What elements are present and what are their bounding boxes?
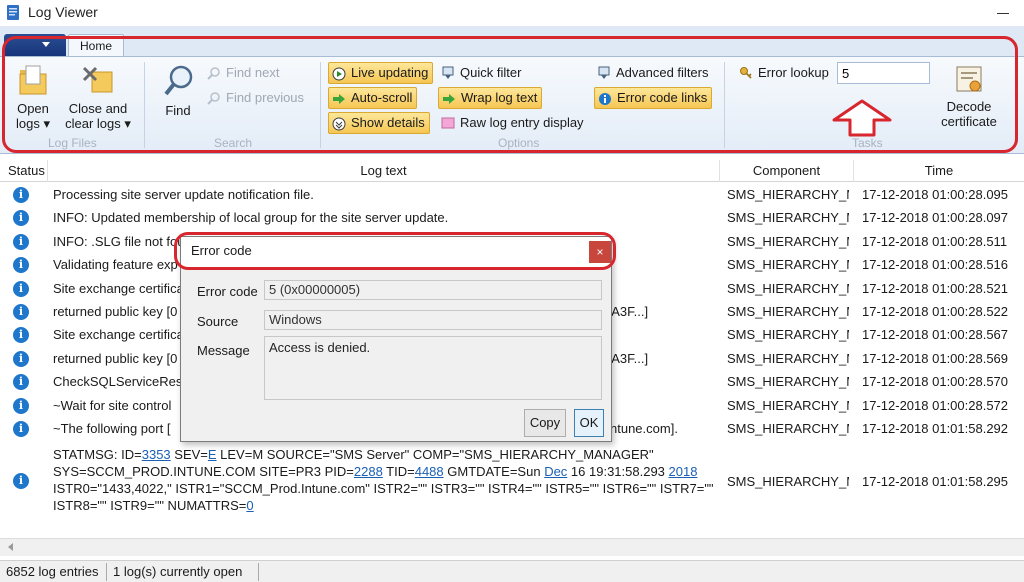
column-header-status[interactable]: Status xyxy=(0,160,48,182)
info-icon: i xyxy=(13,280,29,297)
time-cell: 17-12-2018 01:00:28.511 xyxy=(862,233,1008,249)
statmsg-part: GMTDATE=Sun xyxy=(443,464,545,479)
time-cell: 17-12-2018 01:00:28.569 xyxy=(862,350,1009,366)
info-icon: i xyxy=(13,350,29,367)
time-cell: 17-12-2018 01:00:28.097 xyxy=(862,210,1009,226)
info-icon: i xyxy=(13,304,29,320)
component-cell: SMS_HIERARCHY_MANAGER xyxy=(727,280,849,296)
component-cell: SMS_HIERARCHY_MANAGER xyxy=(727,350,849,366)
time-cell: 17-12-2018 01:00:28.516 xyxy=(862,257,1009,273)
title-bar: Log Viewer xyxy=(0,0,1024,26)
message-field[interactable]: Access is denied. xyxy=(264,336,602,400)
log-entries-count: 6852 log entries xyxy=(6,564,99,579)
log-text-cell: INFO: Updated membership of local group … xyxy=(53,210,449,226)
component-cell: SMS_HIERARCHY_MANAGER xyxy=(727,327,849,343)
info-icon: i xyxy=(13,210,29,227)
source-label: Source xyxy=(197,314,239,329)
time-cell: 17-12-2018 01:00:28.521 xyxy=(862,280,1009,296)
log-text-tail: ntune.com]. xyxy=(610,421,678,436)
table-row[interactable]: i Processing site server update notificat… xyxy=(0,183,1024,206)
time-cell: 17-12-2018 01:01:58.295 xyxy=(862,474,1009,489)
component-cell: SMS_HIERARCHY_MANAGER xyxy=(727,187,849,202)
statmsg-text: STATMSG: ID=3353 SEV=E LEV=M SOURCE="SMS… xyxy=(53,446,718,514)
minimize-button[interactable] xyxy=(996,4,1010,18)
log-text-cell: Processing site server update notificati… xyxy=(53,187,314,202)
statmsg-part: TID= xyxy=(382,464,415,479)
info-icon: i xyxy=(13,374,29,391)
time-cell: 17-12-2018 01:00:28.567 xyxy=(862,327,1009,343)
source-field[interactable]: Windows xyxy=(264,310,602,330)
column-header-component[interactable]: Component xyxy=(720,160,854,182)
up-arrow-annotation-icon xyxy=(832,99,892,137)
log-grid-header: Status Log text Component Time xyxy=(0,160,1024,182)
statmsg-part: 16 19:31:58.293 xyxy=(567,464,669,479)
info-icon: i xyxy=(13,257,29,274)
error-code-link[interactable]: Dec xyxy=(544,464,567,479)
message-label: Message xyxy=(197,343,250,358)
error-code-link[interactable]: E xyxy=(208,447,217,462)
component-cell: SMS_HIERARCHY_MANAGER xyxy=(727,397,849,413)
log-viewer-app-icon xyxy=(7,5,19,20)
info-icon: i xyxy=(13,397,29,414)
error-code-label: Error code xyxy=(197,284,258,299)
info-icon: i xyxy=(13,187,29,203)
column-header-log-text[interactable]: Log text xyxy=(48,160,720,182)
scroll-left-icon[interactable] xyxy=(8,543,13,551)
status-separator xyxy=(106,563,107,581)
window-title: Log Viewer xyxy=(28,4,98,20)
open-logs-count: 1 log(s) currently open xyxy=(113,564,243,579)
info-icon: i xyxy=(13,421,29,437)
error-code-link[interactable]: 4488 xyxy=(415,464,444,479)
copy-button[interactable]: Copy xyxy=(524,409,566,437)
component-cell: SMS_HIERARCHY_MANAGER xyxy=(727,421,849,436)
time-cell: 17-12-2018 01:00:28.522 xyxy=(862,304,1009,319)
error-code-field[interactable]: 5 (0x00000005) xyxy=(264,280,602,300)
info-icon: i xyxy=(13,233,29,250)
component-cell: SMS_HIERARCHY_MANAGER xyxy=(727,374,849,390)
time-cell: 17-12-2018 01:00:28.095 xyxy=(862,187,1009,202)
column-header-time[interactable]: Time xyxy=(854,160,1024,182)
status-bar: 6852 log entries 1 log(s) currently open xyxy=(0,560,1024,582)
status-separator xyxy=(258,563,259,581)
component-cell: SMS_HIERARCHY_MANAGER xyxy=(727,304,849,319)
statmsg-part: STATMSG: ID= xyxy=(53,447,142,462)
statmsg-part: SEV= xyxy=(170,447,208,462)
error-code-link[interactable]: 3353 xyxy=(142,447,171,462)
horizontal-scrollbar[interactable] xyxy=(0,538,1024,556)
error-code-link[interactable]: 2018 xyxy=(669,464,698,479)
component-cell: SMS_HIERARCHY_MANAGER xyxy=(727,257,849,273)
error-code-link[interactable]: 0 xyxy=(246,498,253,513)
component-cell: SMS_HIERARCHY_MANAGER xyxy=(727,474,849,489)
table-row[interactable]: i INFO: Updated membership of local group… xyxy=(0,206,1024,229)
info-icon: i xyxy=(13,327,29,344)
component-cell: SMS_HIERARCHY_MANAGER xyxy=(727,210,849,226)
highlight-annotation-dialog-title xyxy=(174,232,616,270)
time-cell: 17-12-2018 01:01:58.292 xyxy=(862,421,1009,436)
time-cell: 17-12-2018 01:00:28.570 xyxy=(862,374,1009,390)
statmsg-part: ISTR0="1433,4022," ISTR1="SCCM_Prod.Intu… xyxy=(53,481,714,513)
time-cell: 17-12-2018 01:00:28.572 xyxy=(862,397,1009,413)
component-cell: SMS_HIERARCHY_MANAGER xyxy=(727,233,849,249)
info-icon: i xyxy=(13,473,29,489)
table-row-statmsg[interactable]: i STATMSG: ID=3353 SEV=E LEV=M SOURCE="S… xyxy=(0,444,1024,520)
error-code-link[interactable]: 2288 xyxy=(354,464,383,479)
ok-button[interactable]: OK xyxy=(574,409,604,437)
